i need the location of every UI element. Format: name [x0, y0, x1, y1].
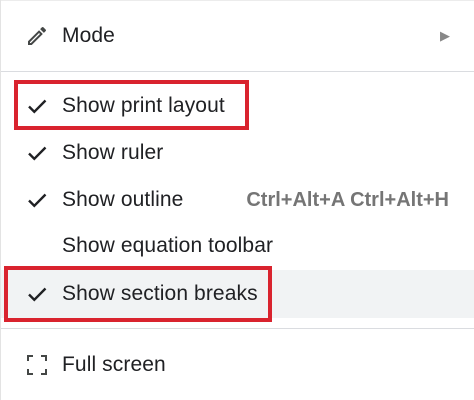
- menu-top-edge: [1, 0, 474, 1]
- menu-divider: [1, 71, 474, 72]
- menu-item-show-print-layout[interactable]: Show print layout: [1, 83, 474, 129]
- menu-item-show-section-breaks[interactable]: Show section breaks: [1, 270, 474, 318]
- fullscreen-icon: [25, 353, 49, 377]
- checkmark-icon: [25, 282, 49, 306]
- menu-item-show-print-layout-label: Show print layout: [62, 94, 225, 117]
- menu-item-mode-label: Mode: [62, 24, 115, 47]
- checkmark-icon: [25, 141, 49, 165]
- menu-item-show-equation-toolbar-label: Show equation toolbar: [62, 234, 274, 257]
- pencil-icon: [25, 24, 49, 48]
- menu-item-show-ruler[interactable]: Show ruler: [1, 130, 474, 176]
- menu-item-mode[interactable]: Mode ▶: [1, 12, 474, 60]
- menu-item-show-equation-toolbar[interactable]: Show equation toolbar: [1, 223, 474, 269]
- checkmark-icon: [25, 94, 49, 118]
- menu-item-full-screen[interactable]: Full screen: [1, 341, 474, 389]
- menu-divider: [1, 328, 474, 329]
- menu-item-show-outline-label: Show outline: [62, 188, 184, 211]
- keyboard-shortcut: Ctrl+Alt+A Ctrl+Alt+H: [246, 188, 449, 211]
- view-menu: Mode ▶ Show print layout Show ruler Show…: [0, 0, 474, 400]
- checkmark-icon: [25, 188, 49, 212]
- menu-item-show-ruler-label: Show ruler: [62, 141, 164, 164]
- submenu-arrow-icon: ▶: [440, 28, 450, 43]
- menu-item-full-screen-label: Full screen: [62, 353, 166, 376]
- menu-item-show-outline[interactable]: Show outline Ctrl+Alt+A Ctrl+Alt+H: [1, 177, 474, 223]
- menu-item-show-section-breaks-label: Show section breaks: [62, 282, 258, 305]
